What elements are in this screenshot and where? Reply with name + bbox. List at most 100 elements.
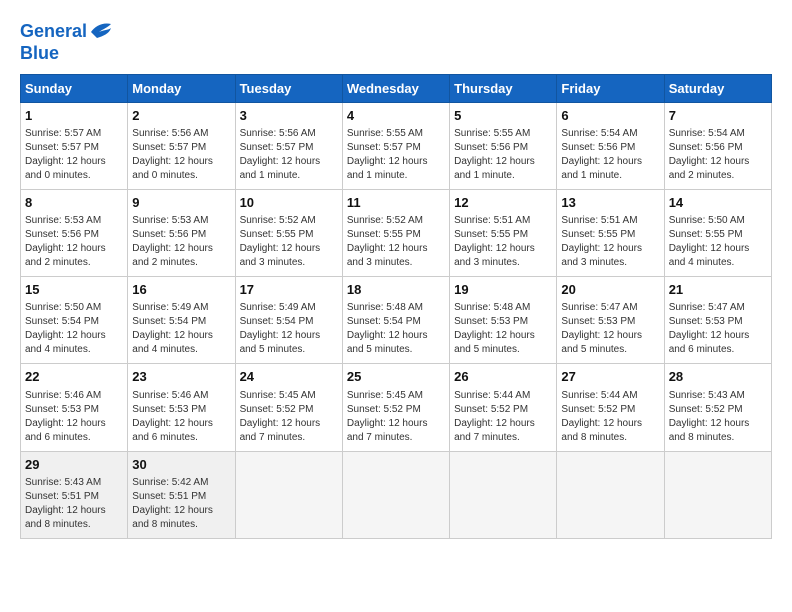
sunrise-text: Sunrise: 5:45 AM (240, 390, 316, 401)
daylight-text: Daylight: 12 hours and 1 minute. (454, 156, 535, 181)
sunrise-text: Sunrise: 5:53 AM (132, 215, 208, 226)
logo-text-blue: Blue (20, 44, 113, 64)
sunrise-text: Sunrise: 5:47 AM (669, 302, 745, 313)
calendar-cell (557, 451, 664, 538)
calendar-cell: 13Sunrise: 5:51 AMSunset: 5:55 PMDayligh… (557, 189, 664, 276)
day-number: 5 (454, 107, 552, 125)
calendar-cell (664, 451, 771, 538)
calendar-week-2: 8 Sunrise: 5:53 AM Sunset: 5:56 PM Daylight… (21, 189, 772, 276)
calendar-cell: 12Sunrise: 5:51 AMSunset: 5:55 PMDayligh… (450, 189, 557, 276)
calendar-cell: 25Sunrise: 5:45 AMSunset: 5:52 PMDayligh… (342, 364, 449, 451)
sunset-text: Sunset: 5:56 PM (132, 229, 206, 240)
sunset-text: Sunset: 5:51 PM (25, 491, 99, 502)
day-number: 8 (25, 194, 123, 212)
day-number: 15 (25, 281, 123, 299)
sunset-text: Sunset: 5:52 PM (347, 404, 421, 415)
sunset-text: Sunset: 5:53 PM (25, 404, 99, 415)
daylight-text: Daylight: 12 hours and 6 minutes. (132, 418, 213, 443)
sunrise-text: Sunrise: 5:56 AM (132, 128, 208, 139)
calendar-cell: 16Sunrise: 5:49 AMSunset: 5:54 PMDayligh… (128, 277, 235, 364)
calendar-week-4: 22Sunrise: 5:46 AMSunset: 5:53 PMDayligh… (21, 364, 772, 451)
sunrise-text: Sunrise: 5:44 AM (561, 390, 637, 401)
calendar-week-3: 15 Sunrise: 5:50 AM Sunset: 5:54 PM Dayligh… (21, 277, 772, 364)
daylight-text: Daylight: 12 hours and 5 minutes. (347, 330, 428, 355)
day-number: 14 (669, 194, 767, 212)
sunrise-text: Sunrise: 5:50 AM (669, 215, 745, 226)
sunset-text: Sunset: 5:57 PM (132, 142, 206, 153)
day-number: 11 (347, 194, 445, 212)
header-saturday: Saturday (664, 74, 771, 102)
calendar-cell: 30Sunrise: 5:42 AMSunset: 5:51 PMDayligh… (128, 451, 235, 538)
daylight-text: Daylight: 12 hours and 2 minutes. (25, 243, 106, 268)
sunset-text: Sunset: 5:53 PM (669, 316, 743, 327)
sunrise-text: Sunrise: 5:43 AM (25, 477, 101, 488)
sunset-text: Sunset: 5:55 PM (347, 229, 421, 240)
sunrise-text: Sunrise: 5:50 AM (25, 302, 101, 313)
sunrise-text: Sunrise: 5:51 AM (561, 215, 637, 226)
calendar-cell: 26Sunrise: 5:44 AMSunset: 5:52 PMDayligh… (450, 364, 557, 451)
daylight-text: Daylight: 12 hours and 5 minutes. (454, 330, 535, 355)
calendar-cell: 15Sunrise: 5:50 AMSunset: 5:54 PMDayligh… (21, 277, 128, 364)
daylight-text: Daylight: 12 hours and 2 minutes. (132, 243, 213, 268)
calendar-cell: 23Sunrise: 5:46 AMSunset: 5:53 PMDayligh… (128, 364, 235, 451)
day-number: 28 (669, 368, 767, 386)
calendar-week-1: 1Sunrise: 5:57 AMSunset: 5:57 PMDaylight… (21, 102, 772, 189)
daylight-text: Daylight: 12 hours and 8 minutes. (132, 505, 213, 530)
calendar-cell: 19Sunrise: 5:48 AMSunset: 5:53 PMDayligh… (450, 277, 557, 364)
sunrise-text: Sunrise: 5:52 AM (347, 215, 423, 226)
day-number: 13 (561, 194, 659, 212)
day-number: 10 (240, 194, 338, 212)
header-thursday: Thursday (450, 74, 557, 102)
daylight-text: Daylight: 12 hours and 5 minutes. (240, 330, 321, 355)
calendar-cell: 20Sunrise: 5:47 AMSunset: 5:53 PMDayligh… (557, 277, 664, 364)
page-header: General Blue (20, 20, 772, 64)
sunset-text: Sunset: 5:55 PM (240, 229, 314, 240)
sunrise-text: Sunrise: 5:46 AM (25, 390, 101, 401)
calendar-cell: 17Sunrise: 5:49 AMSunset: 5:54 PMDayligh… (235, 277, 342, 364)
sunset-text: Sunset: 5:56 PM (669, 142, 743, 153)
daylight-text: Daylight: 12 hours and 1 minute. (561, 156, 642, 181)
daylight-text: Daylight: 12 hours and 5 minutes. (561, 330, 642, 355)
daylight-text: Daylight: 12 hours and 3 minutes. (347, 243, 428, 268)
day-number: 6 (561, 107, 659, 125)
daylight-text: Daylight: 12 hours and 3 minutes. (454, 243, 535, 268)
daylight-text: Daylight: 12 hours and 3 minutes. (240, 243, 321, 268)
sunset-text: Sunset: 5:55 PM (561, 229, 635, 240)
sunset-text: Sunset: 5:54 PM (347, 316, 421, 327)
calendar-week-5: 29 Sunrise: 5:43 AM Sunset: 5:51 PM Dayligh… (21, 451, 772, 538)
daylight-text: Daylight: 12 hours and 7 minutes. (347, 418, 428, 443)
daylight-text: Daylight: 12 hours and 2 minutes. (669, 156, 750, 181)
calendar-cell: 28Sunrise: 5:43 AMSunset: 5:52 PMDayligh… (664, 364, 771, 451)
calendar-cell: 7Sunrise: 5:54 AMSunset: 5:56 PMDaylight… (664, 102, 771, 189)
daylight-text: Daylight: 12 hours and 0 minutes. (132, 156, 213, 181)
sunset-text: Sunset: 5:56 PM (561, 142, 635, 153)
daylight-text: Daylight: 12 hours and 1 minute. (240, 156, 321, 181)
daylight-text: Daylight: 12 hours and 0 minutes. (25, 156, 106, 181)
day-number: 30 (132, 456, 230, 474)
calendar-cell: 11 Sunrise: 5:52 AM Sunset: 5:55 PM Dayligh… (342, 189, 449, 276)
calendar-cell: 9Sunrise: 5:53 AMSunset: 5:56 PMDaylight… (128, 189, 235, 276)
sunset-text: Sunset: 5:56 PM (454, 142, 528, 153)
day-number: 12 (454, 194, 552, 212)
day-number: 16 (132, 281, 230, 299)
daylight-text: Daylight: 12 hours and 7 minutes. (240, 418, 321, 443)
calendar-cell: 1Sunrise: 5:57 AMSunset: 5:57 PMDaylight… (21, 102, 128, 189)
sunrise-text: Sunrise: 5:51 AM (454, 215, 530, 226)
sunrise-text: Sunrise: 5:42 AM (132, 477, 208, 488)
sunset-text: Sunset: 5:52 PM (454, 404, 528, 415)
calendar-cell: 18Sunrise: 5:48 AMSunset: 5:54 PMDayligh… (342, 277, 449, 364)
daylight-text: Daylight: 12 hours and 8 minutes. (669, 418, 750, 443)
sunset-text: Sunset: 5:54 PM (240, 316, 314, 327)
sunrise-text: Sunrise: 5:48 AM (347, 302, 423, 313)
sunrise-text: Sunrise: 5:44 AM (454, 390, 530, 401)
day-number: 26 (454, 368, 552, 386)
calendar-cell: 8Sunrise: 5:53 AMSunset: 5:56 PMDaylight… (21, 189, 128, 276)
calendar-cell: 2Sunrise: 5:56 AMSunset: 5:57 PMDaylight… (128, 102, 235, 189)
calendar-cell: 29Sunrise: 5:43 AMSunset: 5:51 PMDayligh… (21, 451, 128, 538)
day-number: 17 (240, 281, 338, 299)
sunset-text: Sunset: 5:52 PM (669, 404, 743, 415)
daylight-text: Daylight: 12 hours and 4 minutes. (669, 243, 750, 268)
day-number: 19 (454, 281, 552, 299)
day-number: 29 (25, 456, 123, 474)
sunrise-text: Sunrise: 5:53 AM (25, 215, 101, 226)
